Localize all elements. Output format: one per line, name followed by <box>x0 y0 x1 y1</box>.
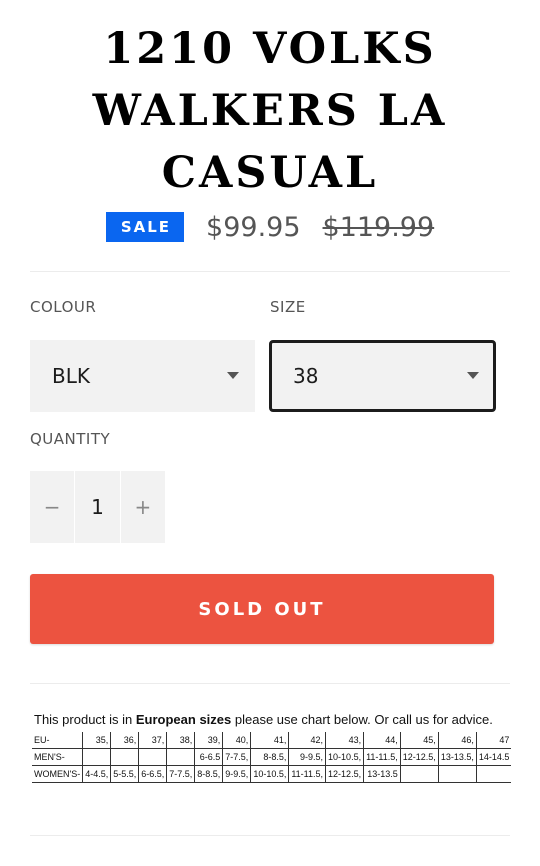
product-title-line: WALKERS LA <box>92 86 448 136</box>
sale-badge: SALE <box>105 212 185 242</box>
table-cell: 35, <box>82 732 111 749</box>
colour-label: COLOUR <box>30 298 97 316</box>
table-cell: 39, <box>194 732 223 749</box>
table-cell: 41, <box>250 732 289 749</box>
table-cell: 44, <box>363 732 401 749</box>
original-price: $119.99 <box>322 211 435 243</box>
table-cell: 5-5.5, <box>110 765 139 783</box>
colour-select[interactable]: BLK <box>30 340 255 412</box>
quantity-input[interactable]: 1 <box>74 471 121 543</box>
table-cell: 8-8.5, <box>194 765 223 783</box>
table-cell: 37, <box>138 732 167 749</box>
table-cell: 40, <box>222 732 251 749</box>
table-cell <box>475 765 512 783</box>
table-cell: 12-12.5, <box>399 748 439 766</box>
table-cell: 38, <box>166 732 195 749</box>
table-cell: 11-11.5, <box>288 765 326 783</box>
size-label: SIZE <box>270 298 306 316</box>
chevron-down-icon <box>227 372 239 379</box>
table-cell: 9-9.5, <box>222 765 251 783</box>
table-cell <box>138 748 167 766</box>
divider <box>30 835 510 836</box>
size-select-value: 38 <box>293 364 319 388</box>
table-cell: 6-6.5 <box>194 748 223 766</box>
table-row: WOMEN'S- 4-4.5, 5-5.5, 6-6.5, 7-7.5, 8-8… <box>32 765 512 783</box>
table-cell: 11-11.5, <box>363 748 401 766</box>
plus-icon: + <box>134 495 152 519</box>
table-cell <box>166 748 195 766</box>
table-cell: 12-12.5, <box>325 765 364 783</box>
table-cell: 10-10.5, <box>250 765 289 783</box>
table-row: MEN'S- 6-6.5 7-7.5, 8-8.5, 9-9.5, 10-10.… <box>32 748 512 766</box>
table-cell: 47 <box>475 732 512 749</box>
product-title-line: 1210 VOLKS <box>103 24 437 74</box>
product-title: 1210 VOLKS WALKERS LA CASUAL <box>0 18 540 204</box>
table-cell: 42, <box>288 732 326 749</box>
quantity-stepper: − 1 + <box>30 471 165 543</box>
increment-button[interactable]: + <box>121 471 165 543</box>
sold-out-button[interactable]: SOLD OUT <box>30 574 494 644</box>
divider <box>30 683 510 684</box>
size-select[interactable]: 38 <box>269 340 496 412</box>
decrement-button[interactable]: − <box>30 471 74 543</box>
table-cell <box>110 748 139 766</box>
table-cell: 8-8.5, <box>250 748 289 766</box>
quantity-label: QUANTITY <box>30 430 111 448</box>
table-cell: 46, <box>437 732 477 749</box>
table-cell: 6-6.5, <box>138 765 167 783</box>
current-price: $99.95 <box>206 211 301 243</box>
table-cell: WOMEN'S- <box>32 765 83 783</box>
intro-prefix: This product is in <box>34 712 136 727</box>
table-cell <box>399 765 439 783</box>
size-chart: This product is in European sizes please… <box>32 712 512 783</box>
size-chart-intro: This product is in European sizes please… <box>34 712 512 727</box>
colour-select-value: BLK <box>52 364 90 388</box>
table-cell: 45, <box>399 732 439 749</box>
table-cell: EU- <box>32 732 83 749</box>
table-cell <box>437 765 477 783</box>
table-cell: 7-7.5, <box>166 765 195 783</box>
table-cell: 43, <box>325 732 364 749</box>
intro-suffix: please use chart below. Or call us for a… <box>231 712 493 727</box>
table-cell: 13-13.5, <box>437 748 477 766</box>
chevron-down-icon <box>467 372 479 379</box>
table-cell <box>82 748 111 766</box>
table-cell: 13-13.5 <box>363 765 401 783</box>
table-cell: 36, <box>110 732 139 749</box>
table-cell: MEN'S- <box>32 748 83 766</box>
table-row: EU- 35, 36, 37, 38, 39, 40, 41, 42, 43, … <box>32 732 512 749</box>
table-cell: 9-9.5, <box>288 748 326 766</box>
table-cell: 7-7.5, <box>222 748 251 766</box>
table-cell: 4-4.5, <box>82 765 111 783</box>
product-title-line: CASUAL <box>161 148 379 198</box>
size-chart-table: EU- 35, 36, 37, 38, 39, 40, 41, 42, 43, … <box>32 732 512 783</box>
divider <box>30 271 510 272</box>
table-cell: 10-10.5, <box>325 748 364 766</box>
minus-icon: − <box>43 495 61 519</box>
table-cell: 14-14.5 <box>475 748 512 766</box>
price-row: SALE $99.95 $119.99 <box>0 205 540 249</box>
intro-bold: European sizes <box>135 712 232 727</box>
